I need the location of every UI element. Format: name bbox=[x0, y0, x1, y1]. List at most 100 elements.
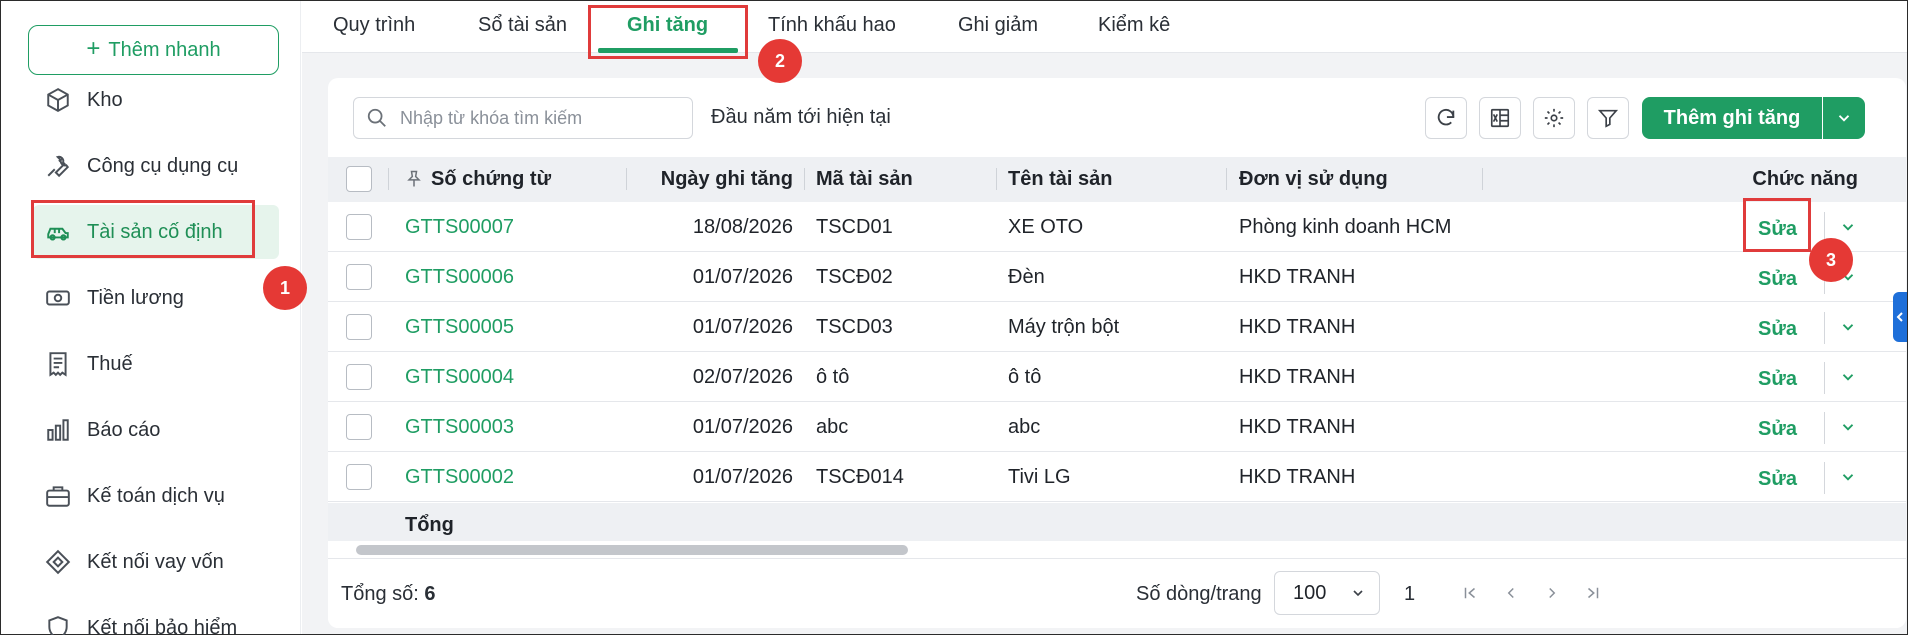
table-row[interactable]: GTTS00003 01/07/2026 abc abc HKD TRANH S… bbox=[328, 402, 1906, 452]
refresh-icon bbox=[1437, 108, 1455, 126]
sidebar-item-label: Kho bbox=[87, 88, 123, 111]
pin-icon bbox=[407, 170, 421, 187]
chevron-down-icon bbox=[1842, 224, 1854, 231]
column-header[interactable]: Tên tài sản bbox=[1008, 157, 1112, 202]
plus-icon: + bbox=[86, 35, 101, 62]
link-icon bbox=[45, 549, 71, 575]
prev-page-button[interactable] bbox=[1492, 573, 1530, 613]
period-filter[interactable]: Đầu năm tới hiện tại bbox=[711, 106, 891, 129]
sidebar-item-accounting-service[interactable]: Kế toán dịch vụ bbox=[33, 469, 279, 523]
last-page-button[interactable] bbox=[1574, 573, 1612, 613]
table-row[interactable]: GTTS00005 01/07/2026 TSCD03 Máy trộn bột… bbox=[328, 302, 1906, 352]
sidebar-item-label: Thuế bbox=[87, 352, 133, 375]
sidebar-item-tax[interactable]: Thuế bbox=[33, 337, 279, 391]
edit-button[interactable]: Sửa bbox=[1758, 254, 1797, 304]
edit-button[interactable]: Sửa bbox=[1758, 454, 1797, 504]
next-page-button[interactable] bbox=[1533, 573, 1571, 613]
chevron-down-icon bbox=[1353, 590, 1363, 597]
edit-button[interactable]: Sửa bbox=[1758, 354, 1797, 404]
scrollbar-thumb[interactable] bbox=[356, 545, 908, 555]
side-panel-toggle[interactable] bbox=[1893, 292, 1907, 342]
unit-cell: HKD TRANH bbox=[1239, 366, 1356, 388]
select-all-checkbox[interactable] bbox=[346, 166, 372, 192]
settings-button[interactable] bbox=[1533, 97, 1575, 139]
edit-button[interactable]: Sửa bbox=[1758, 304, 1797, 354]
filter-button[interactable] bbox=[1587, 97, 1629, 139]
row-checkbox[interactable] bbox=[346, 414, 372, 440]
action-divider bbox=[1824, 462, 1825, 494]
wrench-icon bbox=[47, 155, 70, 178]
column-header[interactable]: Mã tài sản bbox=[816, 157, 913, 202]
sidebar-item-loan-connect[interactable]: Kết nối vay vốn bbox=[33, 535, 279, 589]
page-size-select[interactable]: 100 bbox=[1274, 571, 1380, 615]
add-increase-dropdown[interactable] bbox=[1823, 97, 1865, 139]
table-footer: Tổng số: 6 Số dòng/trang 100 1 bbox=[328, 558, 1906, 628]
row-checkbox[interactable] bbox=[346, 214, 372, 240]
last-page-icon bbox=[1588, 587, 1599, 599]
chevron-down-icon bbox=[1842, 374, 1854, 381]
table-row[interactable]: GTTS00006 01/07/2026 TSCĐ02 Đèn HKD TRAN… bbox=[328, 252, 1906, 302]
column-divider bbox=[1482, 168, 1483, 190]
search-box[interactable] bbox=[353, 97, 693, 139]
doc-number-link[interactable]: GTTS00003 bbox=[405, 402, 514, 452]
first-page-button[interactable] bbox=[1451, 573, 1489, 613]
column-header[interactable]: Đơn vị sử dụng bbox=[1239, 157, 1388, 202]
tab-asset-book[interactable]: Sổ tài sản bbox=[478, 1, 567, 51]
search-input[interactable] bbox=[400, 107, 670, 129]
tab-bar: Quy trình Sổ tài sản Ghi tăng Tính khấu … bbox=[302, 1, 1907, 53]
doc-number-link[interactable]: GTTS00006 bbox=[405, 252, 514, 302]
receipt-icon bbox=[49, 352, 67, 377]
tab-inventory[interactable]: Kiểm kê bbox=[1098, 1, 1170, 51]
content-card: Đầu năm tới hiện tại Thêm ghi tăng Số ch… bbox=[328, 78, 1906, 628]
refresh-button[interactable] bbox=[1425, 97, 1467, 139]
action-divider bbox=[1824, 412, 1825, 444]
asset-code-cell: TSCD01 bbox=[816, 216, 893, 238]
row-checkbox[interactable] bbox=[346, 314, 372, 340]
column-header[interactable]: Số chứng từ bbox=[431, 157, 551, 202]
row-actions-dropdown[interactable] bbox=[1828, 352, 1868, 402]
sidebar-item-insurance-connect[interactable]: Kết nối bảo hiểm bbox=[33, 601, 279, 635]
row-checkbox[interactable] bbox=[346, 264, 372, 290]
doc-number-link[interactable]: GTTS00005 bbox=[405, 302, 514, 352]
row-actions-dropdown[interactable] bbox=[1828, 402, 1868, 452]
total-count-label: Tổng số: bbox=[341, 583, 419, 605]
asset-name-cell: Đèn bbox=[1008, 266, 1045, 288]
highlight-box-tab bbox=[588, 5, 748, 59]
doc-number-link[interactable]: GTTS00002 bbox=[405, 452, 514, 502]
row-actions-dropdown[interactable] bbox=[1828, 452, 1868, 502]
column-header: Chức năng bbox=[1752, 168, 1858, 190]
asset-name-cell: XE OTO bbox=[1008, 216, 1084, 238]
column-divider bbox=[388, 168, 389, 190]
asset-name-cell: Tivi LG bbox=[1008, 466, 1071, 488]
quick-add-button[interactable]: + Thêm nhanh bbox=[28, 25, 279, 75]
row-checkbox[interactable] bbox=[346, 364, 372, 390]
doc-number-link[interactable]: GTTS00004 bbox=[405, 352, 514, 402]
sidebar-item-label: Kết nối vay vốn bbox=[87, 550, 224, 573]
edit-button[interactable]: Sửa bbox=[1758, 404, 1797, 454]
tab-process[interactable]: Quy trình bbox=[333, 1, 415, 51]
export-excel-button[interactable] bbox=[1479, 97, 1521, 139]
column-header[interactable]: Ngày ghi tăng bbox=[638, 157, 793, 202]
asset-code-cell: TSCĐ02 bbox=[816, 266, 893, 288]
row-checkbox[interactable] bbox=[346, 464, 372, 490]
chevron-left-icon bbox=[1507, 587, 1514, 599]
add-increase-button[interactable]: Thêm ghi tăng bbox=[1642, 97, 1822, 139]
sidebar-item-kho[interactable]: Kho bbox=[33, 73, 279, 127]
table-row[interactable]: GTTS00004 02/07/2026 ô tô ô tô HKD TRANH… bbox=[328, 352, 1906, 402]
asset-code-cell: TSCD03 bbox=[816, 316, 893, 338]
sidebar-item-reports[interactable]: Báo cáo bbox=[33, 403, 279, 457]
date-cell: 01/07/2026 bbox=[692, 466, 793, 488]
horizontal-scrollbar[interactable] bbox=[328, 541, 1906, 557]
asset-code-cell: abc bbox=[816, 416, 849, 438]
tab-decrease[interactable]: Ghi giảm bbox=[958, 1, 1038, 51]
row-actions-dropdown[interactable] bbox=[1828, 302, 1868, 352]
sidebar-item-salary[interactable]: Tiền lương bbox=[33, 271, 279, 325]
table-row[interactable]: GTTS00002 01/07/2026 TSCĐ014 Tivi LG HKD… bbox=[328, 452, 1906, 502]
sidebar-item-label: Tiền lương bbox=[87, 286, 184, 309]
sidebar-item-tools[interactable]: Công cụ dụng cụ bbox=[33, 139, 279, 193]
table-row[interactable]: GTTS00007 18/08/2026 TSCD01 XE OTO Phòng… bbox=[328, 202, 1906, 252]
doc-number-link[interactable]: GTTS00007 bbox=[405, 202, 514, 252]
unit-cell: HKD TRANH bbox=[1239, 416, 1356, 438]
date-cell: 01/07/2026 bbox=[692, 266, 793, 288]
sidebar: + Thêm nhanh Kho Công cụ dụng cụ Tài sản… bbox=[1, 1, 301, 635]
